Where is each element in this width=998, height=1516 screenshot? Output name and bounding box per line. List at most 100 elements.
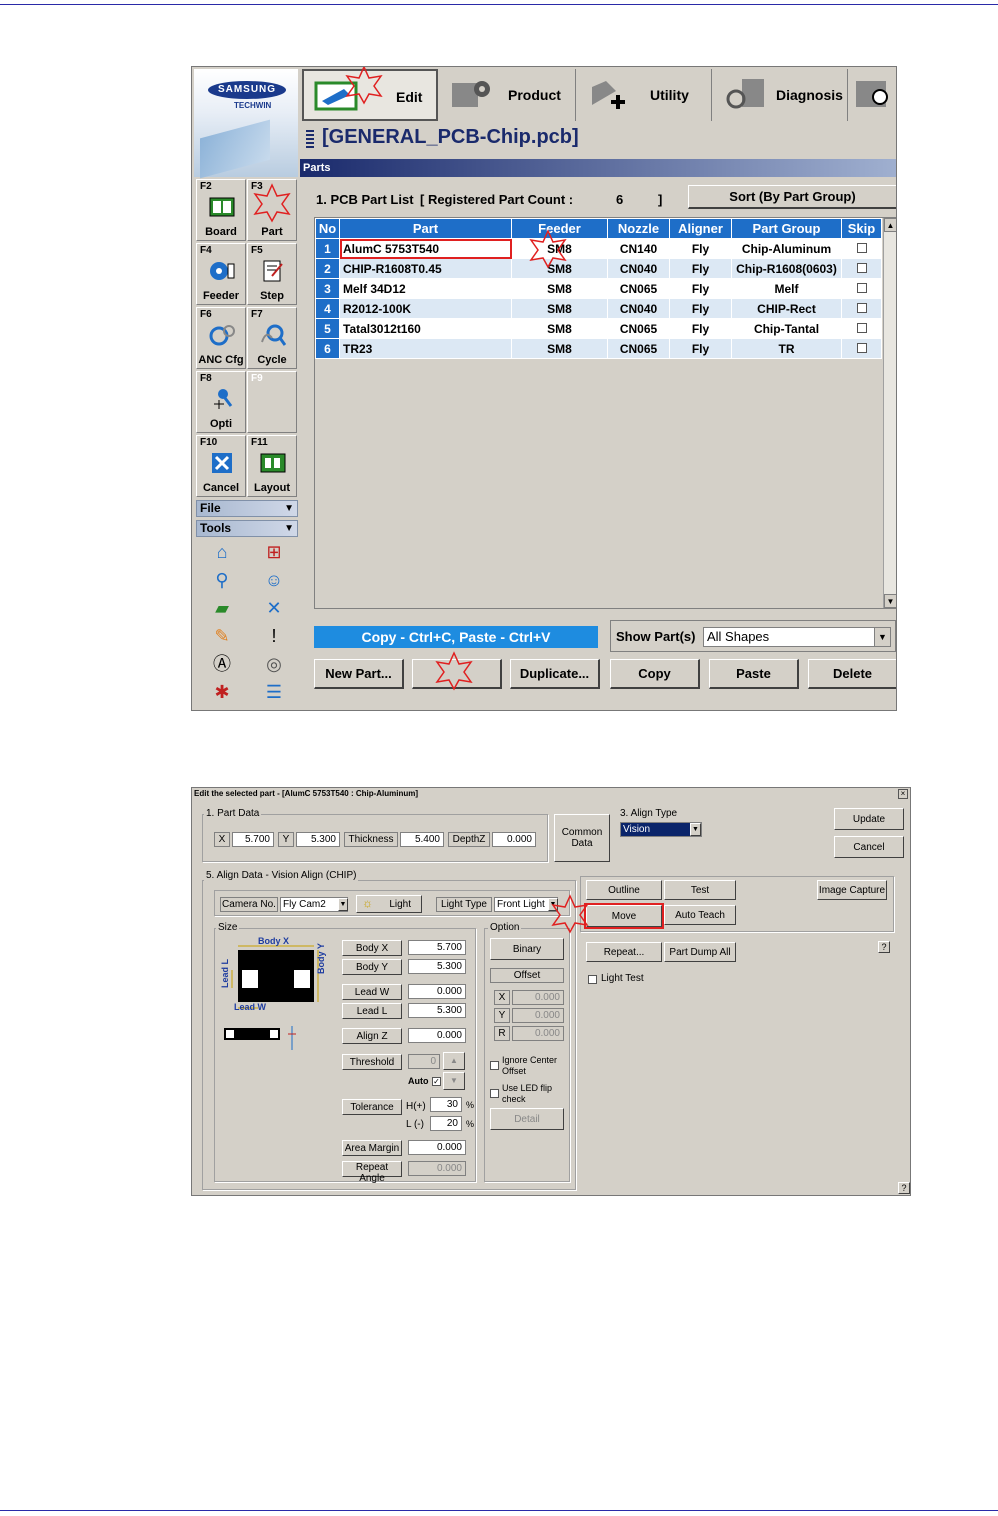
- col-part-group[interactable]: Part Group: [731, 218, 842, 239]
- binary-button[interactable]: Binary: [490, 938, 564, 960]
- axis-icon[interactable]: ✕: [262, 597, 286, 619]
- image-capture-button[interactable]: Image Capture: [817, 880, 887, 900]
- tab-product[interactable]: Product: [440, 69, 576, 121]
- skip-checkbox[interactable]: [856, 342, 867, 353]
- new-part-button[interactable]: New Part...: [314, 659, 404, 689]
- threshold-up-icon[interactable]: ▲: [443, 1052, 465, 1070]
- duplicate-button[interactable]: Duplicate...: [510, 659, 600, 689]
- offset-y-field[interactable]: 0.000: [512, 1008, 564, 1023]
- l-field[interactable]: 20: [430, 1116, 462, 1131]
- depthz-field[interactable]: 0.000: [492, 832, 536, 847]
- cell-part[interactable]: CHIP-R1608T0.45: [339, 258, 512, 279]
- light-test-checkbox[interactable]: [588, 975, 597, 984]
- y-field[interactable]: 5.300: [296, 832, 340, 847]
- outline-button[interactable]: Outline: [586, 880, 662, 900]
- board-origin-icon[interactable]: ⊞: [262, 541, 286, 563]
- warning-bin-icon[interactable]: !: [262, 625, 286, 647]
- align-z-field[interactable]: 0.000: [408, 1028, 466, 1043]
- body-y-button[interactable]: Body Y: [342, 959, 402, 975]
- table-row[interactable]: 6 TR23 SM8 CN065 Fly TR: [315, 338, 882, 359]
- table-row[interactable]: 1 AlumC 5753T540 SM8 CN140 Fly Chip-Alum…: [315, 238, 882, 259]
- copy-button[interactable]: Copy: [610, 659, 700, 689]
- auto-checkbox[interactable]: ✓: [432, 1077, 441, 1086]
- lead-w-button[interactable]: Lead W: [342, 984, 402, 1000]
- scroll-down-icon[interactable]: ▼: [884, 594, 896, 608]
- chevron-down-icon[interactable]: ▼: [690, 823, 701, 836]
- lead-w-field[interactable]: 0.000: [408, 984, 466, 999]
- menu-tools[interactable]: Tools ▼: [196, 520, 298, 537]
- fkey-cancel[interactable]: F10 Cancel: [196, 435, 246, 497]
- repeat-button[interactable]: Repeat...: [586, 942, 662, 962]
- detail-button[interactable]: Detail: [490, 1108, 564, 1130]
- chevron-down-icon[interactable]: ▼: [338, 898, 348, 911]
- ignore-center-checkbox[interactable]: [490, 1061, 499, 1070]
- nozzle-icon[interactable]: ⚲: [210, 569, 234, 591]
- sort-button[interactable]: Sort (By Part Group): [688, 185, 896, 209]
- body-x-field[interactable]: 5.700: [408, 940, 466, 955]
- fkey-opti[interactable]: F8 Opti: [196, 371, 246, 433]
- tab-diagnosis[interactable]: Diagnosis: [714, 69, 848, 121]
- threshold-field[interactable]: 0: [408, 1054, 440, 1069]
- move-button[interactable]: Move: [584, 903, 664, 929]
- cell-part[interactable]: TR23: [339, 338, 512, 359]
- delete-button[interactable]: Delete: [808, 659, 896, 689]
- skip-checkbox[interactable]: [856, 242, 867, 253]
- fkey-step[interactable]: F5 Step: [247, 243, 297, 305]
- offset-x-field[interactable]: 0.000: [512, 990, 564, 1005]
- cell-part[interactable]: Tatal3012t160: [339, 318, 512, 339]
- fkey-layout[interactable]: F11 Layout: [247, 435, 297, 497]
- col-no[interactable]: No: [315, 218, 340, 239]
- skip-checkbox[interactable]: [856, 282, 867, 293]
- chevron-down-icon[interactable]: ▼: [874, 628, 890, 646]
- offset-r-field[interactable]: 0.000: [512, 1026, 564, 1041]
- col-aligner[interactable]: Aligner: [669, 218, 732, 239]
- pcb-icon[interactable]: ▰: [210, 597, 234, 619]
- table-row[interactable]: 4 R2012-100K SM8 CN040 Fly CHIP-Rect: [315, 298, 882, 319]
- thickness-field[interactable]: 5.400: [400, 832, 444, 847]
- close-icon[interactable]: ×: [898, 789, 908, 799]
- cell-part[interactable]: Melf 34D12: [339, 278, 512, 299]
- threshold-button[interactable]: Threshold: [342, 1054, 402, 1070]
- threshold-down-icon[interactable]: ▼: [443, 1072, 465, 1090]
- h-field[interactable]: 30: [430, 1097, 462, 1112]
- home-icon[interactable]: ⌂: [210, 541, 234, 563]
- reel-icon[interactable]: ◎: [262, 653, 286, 675]
- calibrate-icon[interactable]: ✎: [210, 625, 234, 647]
- fkey-cycle[interactable]: F7 Cycle: [247, 307, 297, 369]
- body-x-button[interactable]: Body X: [342, 940, 402, 956]
- repeat-angle-button[interactable]: Repeat Angle: [342, 1161, 402, 1184]
- operator-icon[interactable]: ☺: [262, 569, 286, 591]
- area-margin-field[interactable]: 0.000: [408, 1140, 466, 1155]
- col-part[interactable]: Part: [339, 218, 512, 239]
- vertical-scrollbar[interactable]: ▲ ▼: [883, 218, 896, 608]
- use-led-checkbox[interactable]: [490, 1089, 499, 1098]
- table-row[interactable]: 3 Melf 34D12 SM8 CN065 Fly Melf: [315, 278, 882, 299]
- part-dump-all-button[interactable]: Part Dump All: [664, 942, 736, 962]
- help-icon[interactable]: ?: [878, 941, 890, 953]
- fkey-anc-cfg[interactable]: F6 ANC Cfg: [196, 307, 246, 369]
- col-nozzle[interactable]: Nozzle: [607, 218, 670, 239]
- menu-file[interactable]: File ▼: [196, 500, 298, 517]
- tolerance-button[interactable]: Tolerance: [342, 1099, 402, 1115]
- auto-teach-button[interactable]: Auto Teach: [664, 905, 736, 925]
- cell-part[interactable]: AlumC 5753T540: [339, 238, 512, 259]
- table-row[interactable]: 5 Tatal3012t160 SM8 CN065 Fly Chip-Tanta…: [315, 318, 882, 339]
- common-data-button[interactable]: Common Data: [554, 814, 610, 862]
- fkey-feeder[interactable]: F4 Feeder: [196, 243, 246, 305]
- tab-utility[interactable]: Utility: [578, 69, 712, 121]
- table-row[interactable]: 2 CHIP-R1608T0.45 SM8 CN040 Fly Chip-R16…: [315, 258, 882, 279]
- paste-button[interactable]: Paste: [709, 659, 799, 689]
- list-tool-icon[interactable]: ☰: [262, 681, 286, 703]
- cell-part[interactable]: R2012-100K: [339, 298, 512, 319]
- lead-l-field[interactable]: 5.300: [408, 1003, 466, 1018]
- skip-checkbox[interactable]: [856, 302, 867, 313]
- scroll-up-icon[interactable]: ▲: [884, 218, 896, 232]
- skip-checkbox[interactable]: [856, 262, 867, 273]
- test-button[interactable]: Test: [664, 880, 736, 900]
- show-parts-select[interactable]: All Shapes ▼: [703, 627, 891, 647]
- area-margin-button[interactable]: Area Margin: [342, 1140, 402, 1156]
- lead-l-button[interactable]: Lead L: [342, 1003, 402, 1019]
- x-field[interactable]: 5.700: [232, 832, 274, 847]
- repeat-angle-field[interactable]: 0.000: [408, 1161, 466, 1176]
- align-z-button[interactable]: Align Z: [342, 1028, 402, 1044]
